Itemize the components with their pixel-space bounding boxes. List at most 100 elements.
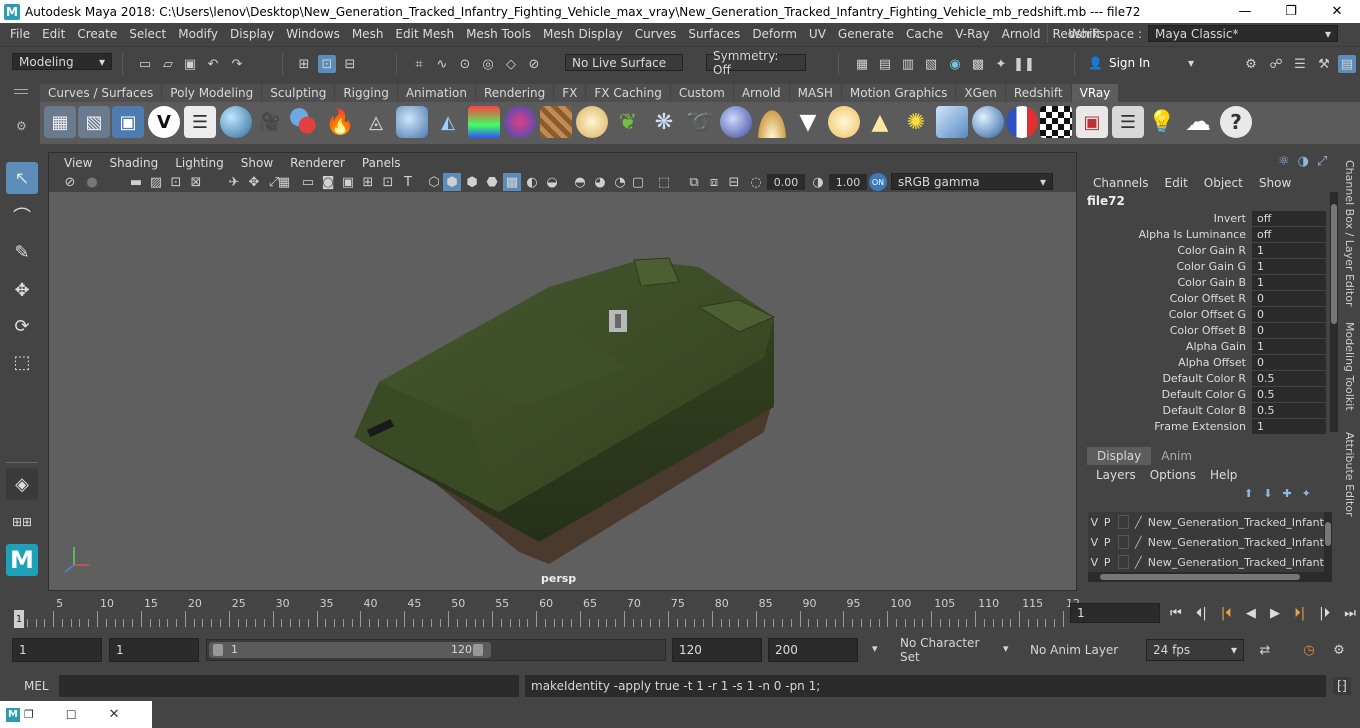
channel-row[interactable]: Default Color G 0.5 [1084,386,1330,402]
snap-curve-icon[interactable]: ∿ [433,55,451,73]
workspace-dropdown[interactable]: Maya Classic* ▾ [1148,25,1338,42]
wireframe-on-shaded-icon[interactable]: ⬢ [463,173,481,191]
layer-display-type-toggle[interactable] [1117,515,1129,529]
channel-box-icon[interactable]: ▤ [1338,55,1356,73]
vray-frame-buffer-icon[interactable]: ▣ [112,106,144,138]
menu-display[interactable]: Display [224,27,280,41]
step-back-key-icon[interactable]: |⏴ [1221,606,1232,621]
layer-name[interactable]: New_Generation_Tracked_Infantry_ [1148,516,1324,529]
maximize-button[interactable]: ❐ [1268,0,1314,23]
move-tool-icon[interactable]: ✥ [6,274,38,306]
single-pane-layout-icon[interactable]: ◈ [6,468,38,500]
channel-value[interactable]: 0.5 [1252,386,1326,402]
redo-icon[interactable]: ↷ [228,55,246,73]
menu-create[interactable]: Create [71,27,123,41]
layer-color-icon[interactable]: ╱ [1133,516,1144,529]
smooth-shade-icon[interactable]: ⬢ [443,173,461,191]
channel-row[interactable]: Alpha Gain 1 [1084,338,1330,354]
layer-playback-toggle[interactable]: P [1101,516,1114,529]
save-scene-icon[interactable]: ▣ [181,55,199,73]
channel-box-menu-channels[interactable]: Channels [1093,176,1165,190]
vray-particles-icon[interactable]: ❋ [648,106,680,138]
vray-spot-light-icon[interactable]: ▼ [792,106,824,138]
shelf-tab-animation[interactable]: Animation [397,84,475,102]
fps-dropdown[interactable]: 24 fps ▾ [1146,639,1244,661]
shelf-tab-vray[interactable]: VRay [1071,84,1119,102]
layer-menu-help[interactable]: Help [1210,468,1251,482]
bookmark-icon[interactable]: ▬ [127,173,145,191]
film-gate-icon[interactable]: ▭ [299,173,317,191]
safe-action-icon[interactable]: ⊡ [379,173,397,191]
modeling-toolkit-icon[interactable]: ⚙ [1242,55,1260,73]
undo-icon[interactable]: ↶ [204,55,222,73]
layer-playback-toggle[interactable]: P [1101,556,1114,569]
menu-set-dropdown[interactable]: Modeling ▾ [12,53,112,70]
shelf-tab-motion-graphics[interactable]: Motion Graphics [841,84,956,102]
close-button[interactable]: ✕ [1314,0,1360,23]
gate-mask-icon[interactable]: ▣ [339,173,357,191]
move-layer-down-icon[interactable]: ⬇ [1263,487,1272,500]
viewport-menu-renderer[interactable]: Renderer [281,156,353,170]
render-view-icon[interactable]: ▦ [853,55,871,73]
resolution-gate-icon[interactable]: ◙ [319,173,337,191]
3d-scene[interactable]: persp [49,192,1076,590]
pause-viewport-icon[interactable]: ❚❚ [1013,55,1035,73]
channel-value[interactable]: 0 [1252,290,1326,306]
viewport-menu-view[interactable]: View [55,156,100,170]
playback-end-field[interactable]: 120 [672,638,762,662]
live-surface-field[interactable]: No Live Surface [565,54,683,71]
select-hierarchy-icon[interactable]: ⊞ [295,55,313,73]
sign-in-dropdown[interactable]: 👤 Sign In ▾ [1082,54,1200,71]
loop-icon[interactable]: ⇄ [1256,641,1274,659]
vray-proxy-icon[interactable] [288,106,320,138]
viewport-menu-lighting[interactable]: Lighting [166,156,232,170]
new-layer-icon[interactable]: ✚ [1282,487,1291,500]
channel-value[interactable]: off [1252,210,1326,226]
menu-mesh[interactable]: Mesh [346,27,390,41]
range-slider-right-knob[interactable] [473,644,483,656]
time-slider[interactable]: 5 10 15 20 25 30 35 40 45 50 55 60 65 70 75 80 85 90 95 100… [14,597,1080,629]
channel-scrollbar-thumb[interactable] [1331,204,1337,324]
vray-env-fog-icon[interactable] [468,106,500,138]
exposure-field[interactable]: 0.00 [767,174,805,190]
render-frame-icon[interactable]: ▤ [876,55,894,73]
range-slider-handle[interactable] [209,642,491,658]
channel-row[interactable]: Invert off [1084,210,1330,226]
vray-rect-light-icon[interactable] [936,106,968,138]
current-frame-field[interactable]: 1 [1070,603,1160,623]
menu-mesh-tools[interactable]: Mesh Tools [460,27,537,41]
color-management-toggle-icon[interactable]: ON [869,173,887,191]
make-live-icon[interactable]: ⊘ [525,55,543,73]
channel-row[interactable]: Alpha Is Luminance off [1084,226,1330,242]
anti-aliasing-icon[interactable]: ◕ [591,173,609,191]
channel-value[interactable]: 1 [1252,274,1326,290]
layer-visibility-toggle[interactable]: V [1088,556,1101,569]
menu-v-ray[interactable]: V-Ray [949,27,995,41]
render-setup-icon[interactable]: ▩ [969,55,987,73]
menu-edit-mesh[interactable]: Edit Mesh [389,27,460,41]
rotate-tool-icon[interactable]: ⟳ [6,310,38,342]
menu-generate[interactable]: Generate [832,27,900,41]
vray-texture-icon[interactable] [504,106,536,138]
layer-menu-layers[interactable]: Layers [1096,468,1150,482]
time-slider-current-marker[interactable]: 1 [14,610,24,628]
layer-visibility-toggle[interactable]: V [1088,536,1101,549]
layer-display-type-toggle[interactable] [1117,555,1129,569]
image-plane-icon[interactable]: ▨ [147,173,165,191]
channel-value[interactable]: off [1252,226,1326,242]
close-icon[interactable]: ✕ [109,707,120,722]
select-component-icon[interactable]: ⊟ [341,55,359,73]
go-to-start-icon[interactable]: ⏮ [1170,606,1182,621]
new-scene-icon[interactable]: ▭ [136,55,154,73]
chevron-down-icon[interactable]: ▾ [872,642,878,655]
textured-icon[interactable]: ⬣ [483,173,501,191]
scale-tool-icon[interactable]: ⬚ [6,346,38,378]
go-to-end-icon[interactable]: ⏭ [1344,606,1356,621]
wireframe-icon[interactable]: ⬡ [425,173,443,191]
snap-point-icon[interactable]: ⊙ [456,55,474,73]
view-transform-dropdown[interactable]: sRGB gamma ▾ [891,173,1053,190]
channel-row[interactable]: Color Offset G 0 [1084,306,1330,322]
layer-menu-options[interactable]: Options [1150,468,1210,482]
hud-icon[interactable]: ⊟ [725,173,743,191]
layer-hscrollbar[interactable] [1088,572,1332,582]
